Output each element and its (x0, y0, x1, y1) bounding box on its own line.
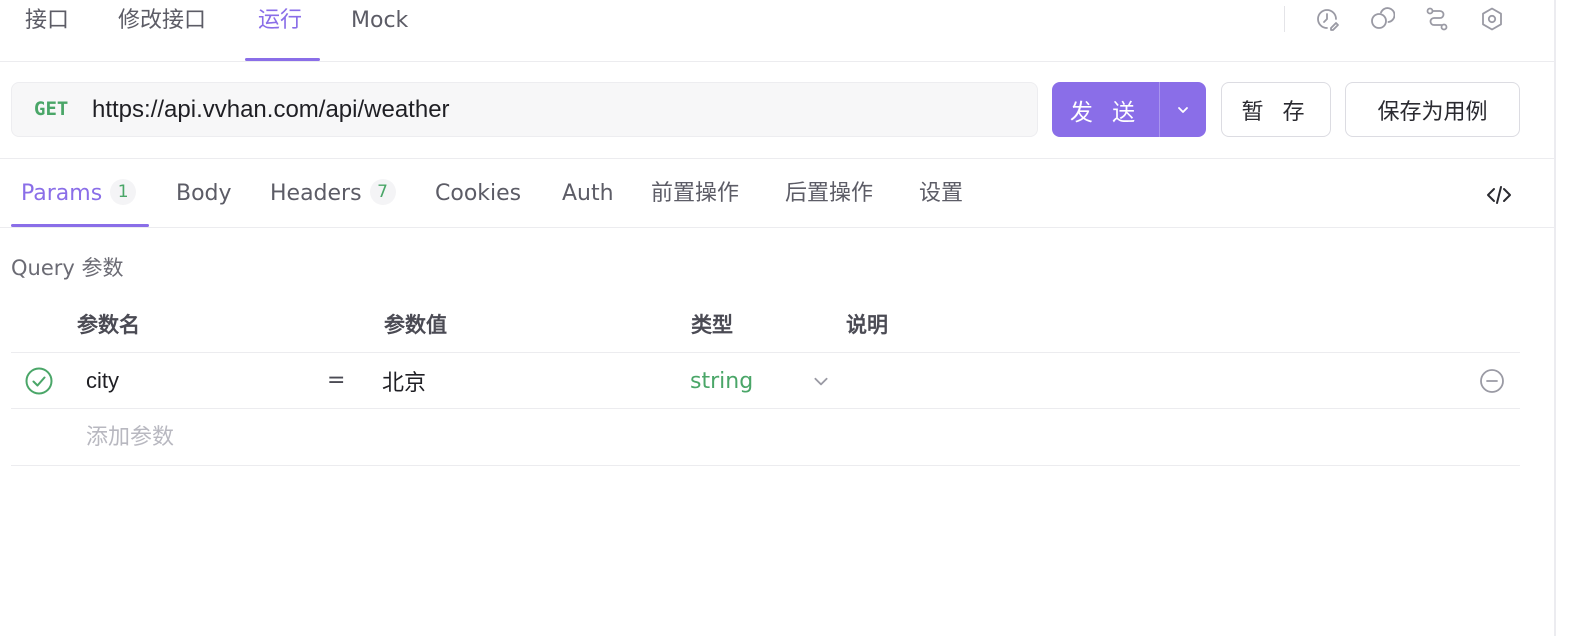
column-header-type: 类型 (691, 313, 733, 337)
tab-label: Params (21, 181, 103, 206)
param-value-input[interactable] (382, 364, 662, 398)
param-name-input[interactable] (86, 364, 306, 398)
tab-interface[interactable]: 接口 (25, 0, 69, 62)
tab-params[interactable]: Params 1 (21, 160, 137, 226)
active-tab-indicator (245, 58, 320, 61)
count-badge: 7 (369, 179, 396, 205)
row-divider (11, 352, 1520, 353)
tab-cookies[interactable]: Cookies (435, 160, 521, 226)
code-icon[interactable] (1484, 180, 1514, 210)
count-badge: 1 (110, 179, 137, 205)
send-options-button[interactable] (1159, 82, 1206, 137)
save-as-example-button[interactable]: 保存为用例 (1345, 82, 1520, 137)
row-divider (11, 408, 1520, 409)
column-header-value: 参数值 (384, 313, 447, 337)
row-divider (11, 465, 1520, 466)
equals-sign: = (327, 368, 346, 393)
tab-edit-interface[interactable]: 修改接口 (118, 0, 206, 62)
history-icon[interactable] (1312, 4, 1342, 34)
url-bar: GET (11, 82, 1038, 137)
flow-icon[interactable] (1422, 4, 1452, 34)
tab-mock[interactable]: Mock (351, 0, 408, 62)
save-temp-button[interactable]: 暂 存 (1221, 82, 1331, 137)
method-selector[interactable]: GET (34, 83, 68, 136)
tab-body[interactable]: Body (176, 160, 232, 226)
tab-settings[interactable]: 设置 (919, 160, 963, 226)
tab-post-operations[interactable]: 后置操作 (785, 160, 873, 226)
tab-auth[interactable]: Auth (562, 160, 614, 226)
remove-circle-icon[interactable] (1478, 367, 1506, 395)
tab-pre-operations[interactable]: 前置操作 (651, 160, 739, 226)
add-param-input[interactable] (86, 420, 486, 454)
settings-icon[interactable] (1477, 4, 1507, 34)
column-header-name: 参数名 (77, 313, 140, 337)
share-icon[interactable] (1367, 4, 1397, 34)
panel-edge (1554, 0, 1556, 636)
top-tab-bar: 接口 修改接口 运行 Mock (0, 0, 1554, 62)
chevron-down-icon (814, 377, 828, 386)
chevron-down-icon (1178, 106, 1188, 113)
check-circle-icon[interactable] (24, 366, 54, 396)
divider (0, 158, 1554, 159)
param-description-input[interactable] (846, 364, 1446, 398)
param-type-value: string (690, 368, 754, 394)
tab-headers[interactable]: Headers 7 (270, 160, 396, 226)
param-type-select[interactable]: string (690, 364, 830, 398)
divider (0, 227, 1554, 228)
toolbar-separator (1284, 6, 1285, 32)
column-header-description: 说明 (846, 313, 888, 337)
send-button[interactable]: 发 送 (1052, 82, 1159, 137)
section-title: Query 参数 (11, 256, 124, 280)
tab-label: Headers (270, 181, 362, 206)
url-input[interactable] (92, 83, 1022, 136)
tab-run[interactable]: 运行 (258, 0, 302, 62)
